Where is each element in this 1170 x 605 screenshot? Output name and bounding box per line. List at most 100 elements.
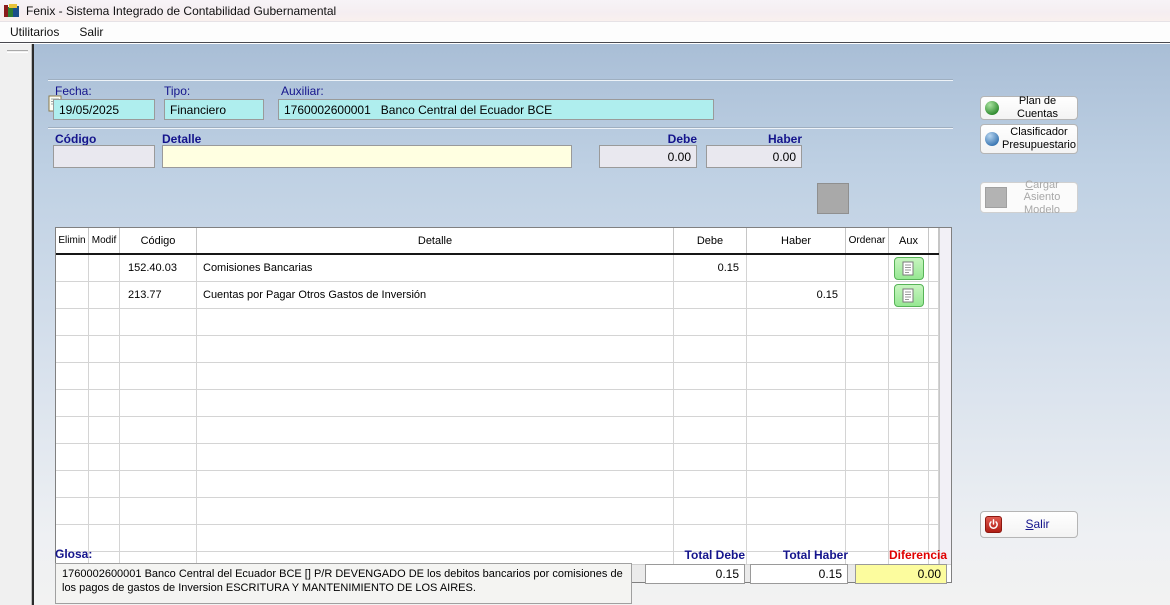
cell-codigo <box>120 444 197 471</box>
salir-button[interactable]: Salir <box>980 511 1078 538</box>
cell-aux <box>889 471 929 498</box>
cell-filler <box>929 417 939 444</box>
cell-ordenar <box>846 336 889 363</box>
application-window: Fenix - Sistema Integrado de Contabilida… <box>0 0 1170 605</box>
cell-detalle: Cuentas por Pagar Otros Gastos de Invers… <box>197 282 674 309</box>
cell-ordenar <box>846 498 889 525</box>
table-row[interactable] <box>56 498 939 525</box>
column-header-debe[interactable]: Debe <box>674 228 747 253</box>
cell-modif <box>89 444 120 471</box>
cell-filler <box>929 444 939 471</box>
vertical-scrollbar[interactable] <box>939 228 951 564</box>
entries-table: Elimin Modif Código Detalle Debe Haber Ordenar… <box>55 227 952 583</box>
cell-filler <box>929 363 939 390</box>
cell-filler <box>929 282 939 309</box>
codigo-input[interactable] <box>53 145 155 168</box>
cell-aux <box>889 282 929 309</box>
total-haber-label: Total Haber <box>782 548 848 562</box>
add-entry-button[interactable] <box>817 183 849 214</box>
auxiliar-input[interactable] <box>278 99 714 120</box>
table-row[interactable] <box>56 390 939 417</box>
menu-salir[interactable]: Salir <box>69 23 113 41</box>
column-header-haber[interactable]: Haber <box>747 228 846 253</box>
cargar-asiento-label: Cargar Asiento Modelo <box>1023 178 1061 216</box>
cell-modif <box>89 363 120 390</box>
window-title: Fenix - Sistema Integrado de Contabilida… <box>26 3 337 18</box>
table-row[interactable] <box>56 336 939 363</box>
column-header-filler <box>929 228 939 253</box>
column-header-aux[interactable]: Aux <box>889 228 929 253</box>
column-header-elimin[interactable]: Elimin <box>56 228 89 253</box>
app-icon <box>4 3 20 18</box>
table-row[interactable] <box>56 444 939 471</box>
cell-elimin <box>56 444 89 471</box>
cell-ordenar <box>846 471 889 498</box>
cargar-asiento-modelo-button[interactable]: Cargar Asiento Modelo <box>980 179 1078 216</box>
cell-ordenar <box>846 255 889 282</box>
total-debe-label: Total Debe <box>684 548 745 562</box>
cell-modif <box>89 417 120 444</box>
total-haber-field <box>750 564 848 584</box>
table-row[interactable] <box>56 309 939 336</box>
cell-aux <box>889 363 929 390</box>
table-row[interactable]: 213.77 Cuentas por Pagar Otros Gastos de … <box>56 282 939 309</box>
cell-codigo <box>120 363 197 390</box>
cell-codigo <box>120 309 197 336</box>
cell-detalle <box>197 498 674 525</box>
diferencia-label: Diferencia <box>888 548 947 562</box>
debe-input[interactable] <box>599 145 697 168</box>
table-row[interactable] <box>56 471 939 498</box>
menu-utilitarios[interactable]: Utilitarios <box>0 23 69 41</box>
auxiliar-label: Auxiliar: <box>281 84 324 98</box>
cell-haber <box>747 255 846 282</box>
cell-ordenar <box>846 390 889 417</box>
glosa-textarea[interactable]: 1760002600001 Banco Central del Ecuador … <box>55 563 632 604</box>
cell-haber <box>747 471 846 498</box>
cell-ordenar <box>846 363 889 390</box>
cell-filler <box>929 498 939 525</box>
cell-haber <box>747 498 846 525</box>
aux-button[interactable] <box>893 256 924 280</box>
cell-modif <box>89 525 120 552</box>
cell-debe <box>674 390 747 417</box>
column-header-ordenar[interactable]: Ordenar <box>846 228 889 253</box>
detalle-input[interactable] <box>162 145 572 168</box>
cell-modif <box>89 255 120 282</box>
cell-filler <box>929 471 939 498</box>
cell-aux <box>889 390 929 417</box>
tipo-input[interactable] <box>164 99 264 120</box>
cell-elimin <box>56 471 89 498</box>
cell-filler <box>929 390 939 417</box>
haber-input[interactable] <box>706 145 802 168</box>
plan-de-cuentas-label: Plan de Cuentas <box>1017 95 1058 120</box>
codigo-label: Código <box>55 132 97 146</box>
cell-detalle <box>197 417 674 444</box>
clasificador-label: Clasificador Presupuestario <box>1002 126 1076 151</box>
haber-label: Haber <box>767 132 802 146</box>
left-panel <box>0 44 34 605</box>
table-row[interactable] <box>56 417 939 444</box>
column-header-codigo[interactable]: Código <box>120 228 197 253</box>
cell-detalle <box>197 336 674 363</box>
column-header-detalle[interactable]: Detalle <box>197 228 674 253</box>
cell-elimin <box>56 255 89 282</box>
table-row[interactable] <box>56 363 939 390</box>
cell-haber <box>747 390 846 417</box>
cell-elimin <box>56 417 89 444</box>
cell-codigo: 152.40.03 <box>120 255 197 282</box>
green-sphere-icon <box>985 101 999 115</box>
column-header-modif[interactable]: Modif <box>89 228 120 253</box>
cell-debe <box>674 471 747 498</box>
cell-elimin <box>56 282 89 309</box>
cell-debe <box>674 417 747 444</box>
cell-aux <box>889 255 929 282</box>
plan-de-cuentas-button[interactable]: Plan de Cuentas <box>980 95 1078 120</box>
table-row[interactable]: 152.40.03 Comisiones Bancarias 0.15 <box>56 255 939 282</box>
cell-detalle <box>197 363 674 390</box>
panel-grip[interactable] <box>7 50 28 53</box>
cell-elimin <box>56 309 89 336</box>
clasificador-presupuestario-button[interactable]: Clasificador Presupuestario <box>980 124 1078 154</box>
aux-button[interactable] <box>893 283 924 307</box>
fecha-input[interactable] <box>53 99 155 120</box>
cell-codigo <box>120 390 197 417</box>
